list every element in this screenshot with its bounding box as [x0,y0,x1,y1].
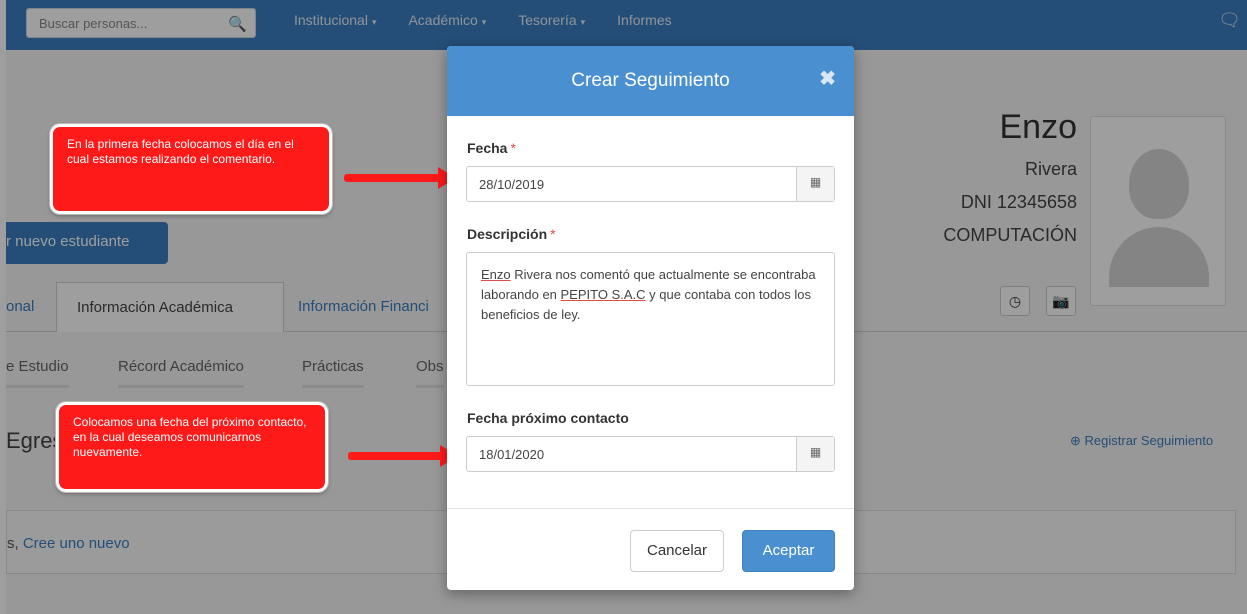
proximo-contacto-input[interactable] [467,437,797,471]
fecha-field[interactable]: ▦ [466,166,835,202]
annotation-arrow-fecha [344,167,456,189]
modal-header: Crear Seguimiento ✖ [447,46,854,116]
annotation-callout-fecha: En la primera fecha colocamos el día en … [49,123,333,215]
descripcion-textarea[interactable]: Enzo Rivera nos comentó que actualmente … [466,252,835,386]
calendar-icon[interactable]: ▦ [796,167,834,201]
descripcion-label: Descripción * [467,226,556,242]
modal-title: Crear Seguimiento [571,70,730,91]
annotation-callout-proximo: Colocamos una fecha del próximo contacto… [55,401,329,493]
proximo-contacto-label: Fecha próximo contacto [467,410,629,426]
accept-button[interactable]: Aceptar [742,530,835,572]
calendar-icon[interactable]: ▦ [796,437,834,471]
modal-footer-divider [447,508,854,509]
cancel-button[interactable]: Cancelar [630,530,724,572]
fecha-label: Fecha * [467,140,516,156]
create-followup-modal: Crear Seguimiento ✖ Fecha* ▦ Descripción… [447,46,854,590]
annotation-arrow-proximo [348,445,458,467]
close-icon[interactable]: ✖ [819,66,836,91]
fecha-input[interactable] [467,167,797,201]
proximo-contacto-field[interactable]: ▦ [466,436,835,472]
required-mark: * [510,140,516,156]
required-mark: * [550,226,556,242]
